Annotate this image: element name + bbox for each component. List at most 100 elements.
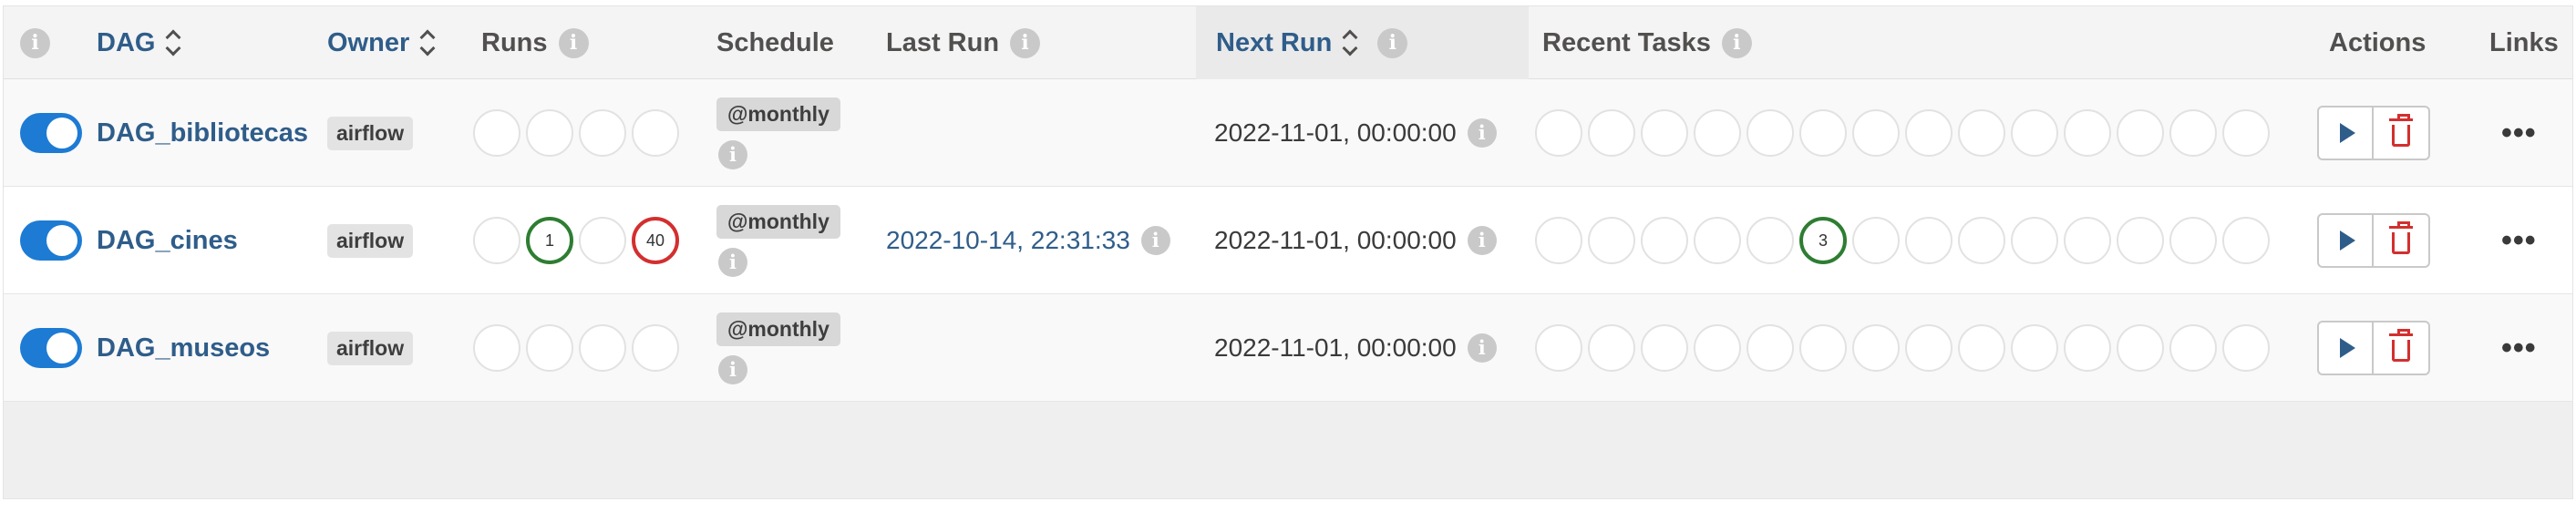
task-status-circle[interactable] <box>2222 324 2270 372</box>
task-status-circle[interactable] <box>1588 324 1635 372</box>
task-status-circle[interactable] <box>2117 109 2164 157</box>
task-status-circle[interactable] <box>1535 217 1582 264</box>
delete-dag-button[interactable] <box>2374 321 2430 375</box>
task-status-circle[interactable] <box>2064 217 2111 264</box>
info-icon[interactable]: i <box>1467 333 1497 363</box>
info-icon[interactable]: i <box>1010 27 1041 58</box>
task-status-circle[interactable] <box>1958 324 2005 372</box>
task-status-circle[interactable] <box>1958 217 2005 264</box>
delete-dag-button[interactable] <box>2374 213 2430 268</box>
task-status-circle[interactable] <box>1747 109 1794 157</box>
task-status-circle[interactable] <box>1535 109 1582 157</box>
info-icon[interactable]: i <box>20 27 50 58</box>
task-status-circle[interactable] <box>1799 324 1847 372</box>
task-status-circle[interactable] <box>1641 217 1688 264</box>
runs-cell <box>473 294 685 402</box>
header-next-run[interactable]: Next Run i <box>1196 6 1529 79</box>
header-recent-tasks-label: Recent Tasks <box>1542 27 1711 57</box>
task-status-circle[interactable]: 3 <box>1799 217 1847 264</box>
task-status-circle[interactable] <box>2169 324 2217 372</box>
dag-link[interactable]: DAG_cines <box>97 226 238 256</box>
trigger-dag-button[interactable] <box>2317 106 2374 160</box>
info-icon[interactable]: i <box>1721 27 1752 58</box>
header-dag[interactable]: DAG <box>97 6 180 79</box>
run-status-circle[interactable] <box>579 109 626 157</box>
owner-cell: airflow <box>327 294 414 402</box>
task-status-circle[interactable] <box>2064 324 2111 372</box>
owner-badge[interactable]: airflow <box>327 116 414 150</box>
run-status-circle[interactable] <box>632 109 679 157</box>
task-status-circle[interactable] <box>1535 324 1582 372</box>
owner-badge[interactable]: airflow <box>327 223 414 258</box>
task-status-circle[interactable] <box>1905 324 1953 372</box>
task-status-circle[interactable] <box>2011 324 2058 372</box>
info-icon[interactable]: i <box>1140 226 1170 255</box>
delete-dag-button[interactable] <box>2374 106 2430 160</box>
table-row: DAG_museos airflow @monthly i 2022-11-01… <box>4 294 2572 402</box>
task-status-circle[interactable] <box>2117 217 2164 264</box>
task-status-circle[interactable] <box>1905 109 1953 157</box>
task-status-circle[interactable] <box>2011 217 2058 264</box>
run-status-circle[interactable] <box>526 109 573 157</box>
task-status-circle[interactable] <box>1852 217 1900 264</box>
task-status-circle[interactable] <box>1588 109 1635 157</box>
run-status-circle[interactable]: 1 <box>526 217 573 264</box>
task-status-circle[interactable] <box>1852 109 1900 157</box>
schedule-badge[interactable]: @monthly <box>716 97 840 131</box>
task-status-circle[interactable] <box>2222 109 2270 157</box>
info-icon[interactable]: i <box>1377 27 1408 58</box>
info-icon[interactable]: i <box>718 354 747 384</box>
trigger-dag-button[interactable] <box>2317 321 2374 375</box>
task-status-circle[interactable] <box>1694 324 1741 372</box>
more-links-icon[interactable]: ••• <box>2501 331 2537 366</box>
info-icon[interactable]: i <box>558 27 589 58</box>
more-links-icon[interactable]: ••• <box>2501 223 2537 259</box>
run-status-circle[interactable] <box>579 217 626 264</box>
links-cell: ••• <box>2501 79 2537 187</box>
task-status-circle[interactable] <box>2064 109 2111 157</box>
task-status-circle[interactable] <box>2169 217 2217 264</box>
run-status-circle[interactable] <box>473 109 520 157</box>
info-icon[interactable]: i <box>718 247 747 277</box>
trigger-dag-button[interactable] <box>2317 213 2374 268</box>
pause-toggle[interactable] <box>20 113 82 153</box>
task-status-circle[interactable] <box>1641 109 1688 157</box>
task-status-circle[interactable] <box>1694 109 1741 157</box>
owner-badge[interactable]: airflow <box>327 331 414 365</box>
info-icon[interactable]: i <box>1467 226 1497 255</box>
run-status-circle[interactable] <box>579 324 626 372</box>
dag-link[interactable]: DAG_museos <box>97 333 270 364</box>
more-links-icon[interactable]: ••• <box>2501 116 2537 151</box>
task-status-circle[interactable] <box>2011 109 2058 157</box>
task-status-circle[interactable] <box>1799 109 1847 157</box>
task-status-circle[interactable] <box>1588 217 1635 264</box>
pause-toggle[interactable] <box>20 328 82 368</box>
last-run-link[interactable]: 2022-10-14, 22:31:33 i <box>886 226 1170 255</box>
run-status-circle[interactable] <box>632 324 679 372</box>
task-status-circle[interactable] <box>2222 217 2270 264</box>
run-status-circle[interactable] <box>473 217 520 264</box>
owner-cell: airflow <box>327 187 414 294</box>
task-status-circle[interactable] <box>1905 217 1953 264</box>
task-status-circle[interactable] <box>1641 324 1688 372</box>
dag-link[interactable]: DAG_bibliotecas <box>97 118 308 148</box>
task-status-circle[interactable] <box>1747 324 1794 372</box>
header-runs-label: Runs <box>481 27 548 57</box>
task-status-circle[interactable] <box>1694 217 1741 264</box>
run-status-circle[interactable] <box>526 324 573 372</box>
schedule-badge[interactable]: @monthly <box>716 204 840 239</box>
trash-icon <box>2389 114 2413 147</box>
pause-toggle[interactable] <box>20 220 82 261</box>
run-status-circle[interactable] <box>473 324 520 372</box>
header-owner[interactable]: Owner <box>327 6 435 79</box>
schedule-badge[interactable]: @monthly <box>716 312 840 346</box>
task-status-circle[interactable] <box>2117 324 2164 372</box>
sort-icon <box>1343 28 1357 57</box>
task-status-circle[interactable] <box>2169 109 2217 157</box>
task-status-circle[interactable] <box>1958 109 2005 157</box>
info-icon[interactable]: i <box>1467 118 1497 148</box>
run-status-circle[interactable]: 40 <box>632 217 679 264</box>
task-status-circle[interactable] <box>1747 217 1794 264</box>
task-status-circle[interactable] <box>1852 324 1900 372</box>
info-icon[interactable]: i <box>718 139 747 169</box>
